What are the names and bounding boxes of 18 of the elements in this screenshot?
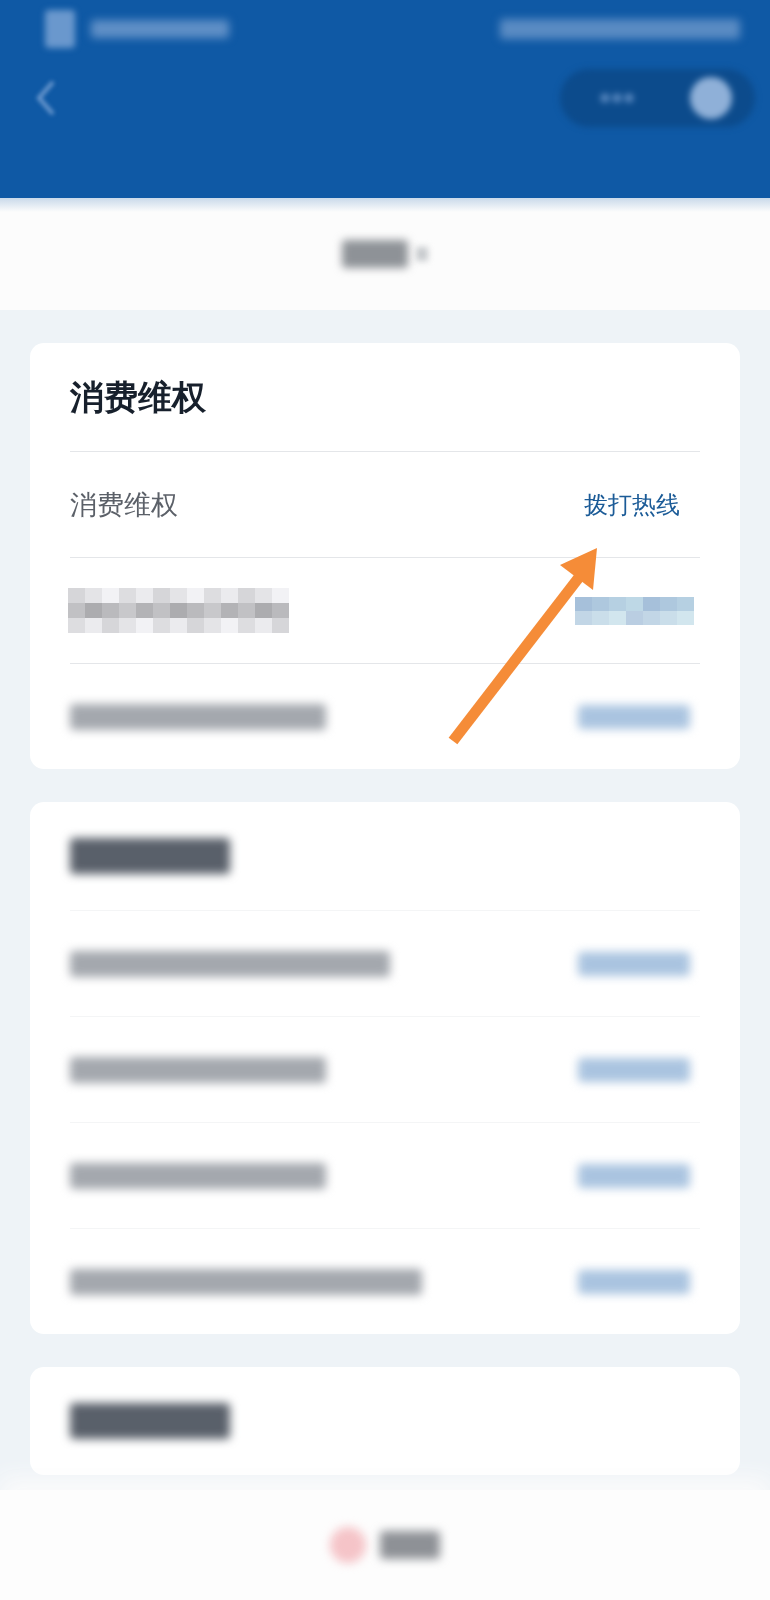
blurred-row-link[interactable] xyxy=(578,1163,690,1188)
back-icon[interactable] xyxy=(36,80,56,116)
blurred-logo-icon xyxy=(45,10,75,48)
row-label: 消费维权 xyxy=(70,487,178,522)
blurred-row-link[interactable] xyxy=(578,951,690,976)
more-icon[interactable] xyxy=(600,93,634,103)
pixelated-link-drawing[interactable] xyxy=(575,596,694,625)
blurred-icon[interactable] xyxy=(330,1527,366,1563)
section-title: 消费维权 xyxy=(70,376,206,418)
blurred-tab[interactable] xyxy=(342,240,408,268)
menu-capsule[interactable] xyxy=(560,69,755,127)
blurred-button-label[interactable] xyxy=(380,1531,440,1559)
blurred-chevron-icon xyxy=(416,247,428,261)
blurred-row-link[interactable] xyxy=(578,704,690,729)
blurred-row-link[interactable] xyxy=(578,1269,690,1294)
call-hotline-link[interactable]: 拨打热线 xyxy=(584,488,680,521)
circle-icon[interactable] xyxy=(689,76,733,120)
blurred-row-link[interactable] xyxy=(578,1057,690,1082)
